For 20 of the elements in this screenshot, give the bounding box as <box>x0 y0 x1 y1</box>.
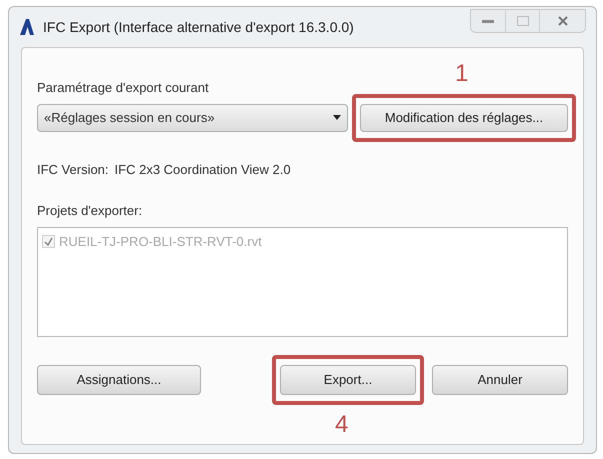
minimize-icon <box>482 19 494 23</box>
modify-settings-button[interactable]: Modification des réglages... <box>360 104 568 132</box>
close-icon <box>558 16 568 26</box>
setup-dropdown[interactable]: «Réglages session en cours» <box>37 104 348 132</box>
dropdown-arrow-icon <box>333 115 341 120</box>
setup-label: Paramétrage d'export courant <box>37 79 210 97</box>
ifc-version-label: IFC Version: <box>37 160 109 178</box>
dialog-button[interactable]: Export... <box>280 364 416 394</box>
project-name: RUEIL-TJ-PRO-BLI-STR-RVT-0.rvt <box>59 232 262 250</box>
step-number: 4 <box>335 412 348 436</box>
ifc-version-value: IFC 2x3 Coordination View 2.0 <box>114 160 291 178</box>
dialog-button[interactable]: Assignations... <box>37 364 201 394</box>
app-logo-icon <box>19 18 35 36</box>
minimize-button[interactable] <box>471 10 505 32</box>
projects-label: Projets d'exporter: <box>37 202 144 220</box>
maximize-icon <box>516 16 528 26</box>
step-number: 1 <box>455 62 468 86</box>
dialog-button[interactable]: Annuler <box>432 364 568 394</box>
close-button[interactable] <box>539 10 585 32</box>
window-title: IFC Export (Interface alternative d'export 16.3.0.0) <box>43 18 354 37</box>
